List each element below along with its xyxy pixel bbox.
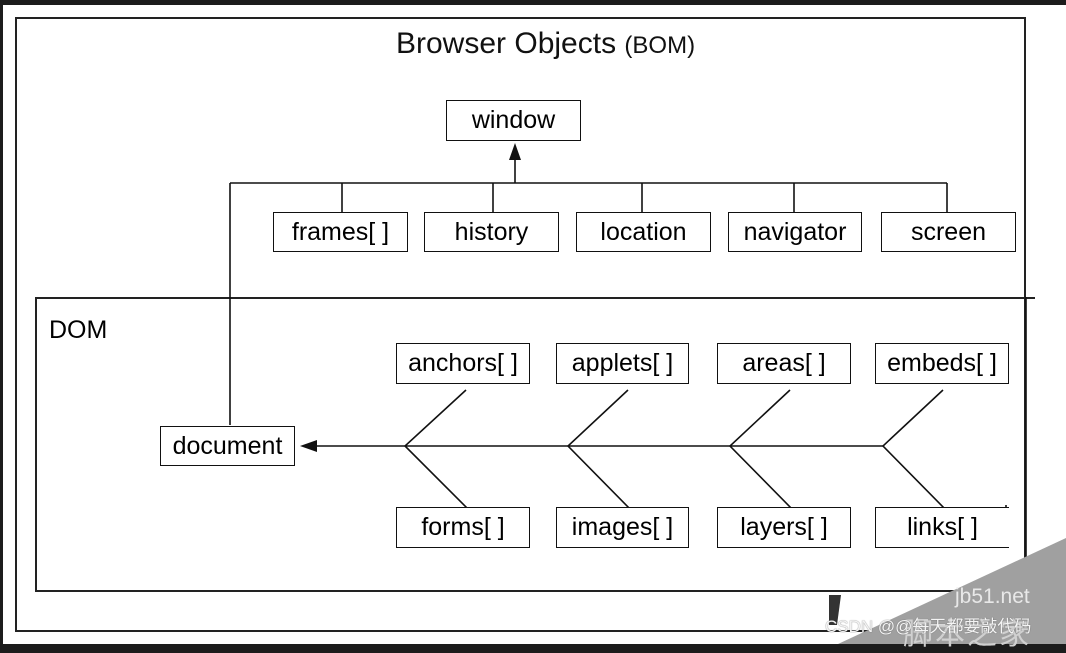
diagram-canvas: Browser Objects (BOM) DOM window frames[… — [3, 5, 1066, 651]
watermark-triangle — [829, 538, 1066, 644]
watermark-site: jb51.net — [955, 585, 1030, 608]
watermark-credit: CSDN @@每天都要敲代码 — [825, 617, 1032, 636]
